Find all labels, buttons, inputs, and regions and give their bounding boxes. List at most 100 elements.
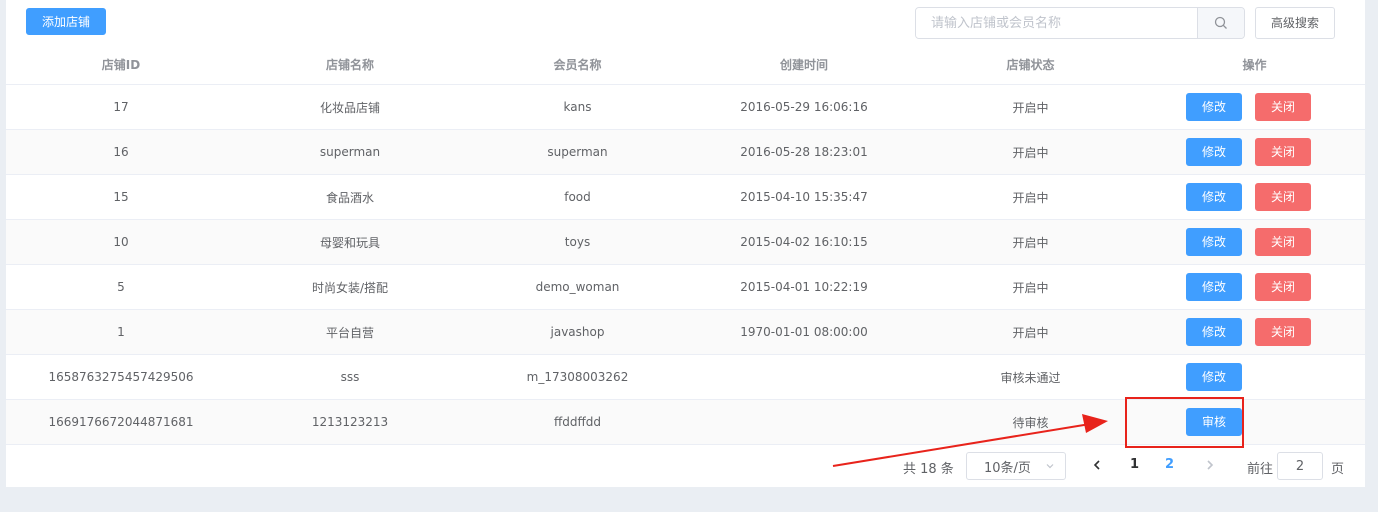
close-button[interactable]: 关闭: [1255, 138, 1311, 166]
shop-name-link[interactable]: 1213123213: [236, 399, 464, 445]
search-box: [915, 7, 1245, 39]
edit-button[interactable]: 修改: [1186, 228, 1242, 256]
header-shop-name: 店铺名称: [236, 44, 464, 85]
cell-shop-id: 10: [6, 219, 236, 265]
cell-member-name: demo_woman: [464, 264, 691, 310]
header-created-time: 创建时间: [691, 44, 917, 85]
close-button[interactable]: 关闭: [1255, 183, 1311, 211]
cell-member-name: superman: [464, 129, 691, 175]
cell-created-time: [691, 354, 917, 400]
cell-member-name: toys: [464, 219, 691, 265]
cell-created-time: [691, 399, 917, 445]
shop-table: 店铺ID 店铺名称 会员名称 创建时间 店铺状态 操作 17 化妆品店铺 kan…: [6, 44, 1365, 445]
table-row: 5 时尚女装/搭配 demo_woman 2015-04-01 10:22:19…: [6, 264, 1365, 310]
cell-created-time: 2015-04-02 16:10:15: [691, 219, 917, 265]
page-size-value: 10条/页: [984, 460, 1031, 476]
cell-member-name: javashop: [464, 309, 691, 355]
cell-shop-id: 5: [6, 264, 236, 310]
cell-actions: 修改 关闭: [1144, 129, 1365, 175]
cell-shop-status: 开启中: [917, 264, 1144, 310]
shop-name-link[interactable]: 食品酒水: [236, 174, 464, 220]
chevron-right-icon: [1207, 460, 1214, 470]
total-count: 共 18 条: [903, 462, 954, 477]
page-unit-label: 页: [1331, 462, 1345, 477]
cell-member-name: kans: [464, 84, 691, 130]
shop-name-link[interactable]: 化妆品店铺: [236, 84, 464, 130]
cell-shop-status: 审核未通过: [917, 354, 1144, 400]
cell-created-time: 2016-05-29 16:06:16: [691, 84, 917, 130]
cell-actions: 修改 关闭: [1144, 309, 1365, 355]
edit-button[interactable]: 修改: [1186, 363, 1242, 391]
cell-shop-status: 待审核: [917, 399, 1144, 445]
shop-name-link[interactable]: superman: [236, 129, 464, 175]
chevron-down-icon: [1046, 464, 1054, 469]
cell-created-time: 1970-01-01 08:00:00: [691, 309, 917, 355]
table-row: 1658763275457429506 sss m_17308003262 审核…: [6, 354, 1365, 400]
toolbar: 添加店铺 高级搜索: [6, 0, 1365, 44]
cell-created-time: 2015-04-10 15:35:47: [691, 174, 917, 220]
edit-button[interactable]: 修改: [1186, 183, 1242, 211]
edit-button[interactable]: 修改: [1186, 318, 1242, 346]
cell-shop-id: 17: [6, 84, 236, 130]
shop-list-panel: 添加店铺 高级搜索 店铺ID 店铺名称 会员名称 创建时间 店铺状态: [6, 0, 1365, 487]
goto-label: 前往: [1247, 462, 1274, 477]
review-button[interactable]: 审核: [1186, 408, 1242, 436]
add-shop-button[interactable]: 添加店铺: [26, 8, 106, 35]
search-button[interactable]: [1197, 8, 1244, 38]
cell-shop-id: 16: [6, 129, 236, 175]
cell-member-name: food: [464, 174, 691, 220]
cell-shop-id: 1: [6, 309, 236, 355]
close-button[interactable]: 关闭: [1255, 228, 1311, 256]
chevron-left-icon: [1093, 460, 1100, 470]
close-button[interactable]: 关闭: [1255, 273, 1311, 301]
header-actions: 操作: [1144, 44, 1365, 85]
cell-shop-status: 开启中: [917, 129, 1144, 175]
table-row: 10 母婴和玩具 toys 2015-04-02 16:10:15 开启中 修改…: [6, 219, 1365, 265]
table-row: 16 superman superman 2016-05-28 18:23:01…: [6, 129, 1365, 175]
cell-actions: 修改 关闭: [1144, 219, 1365, 265]
cell-shop-status: 开启中: [917, 309, 1144, 355]
header-shop-id: 店铺ID: [6, 44, 236, 85]
shop-name-link[interactable]: 时尚女装/搭配: [236, 264, 464, 310]
search-icon: [1214, 16, 1227, 29]
table-header-row: 店铺ID 店铺名称 会员名称 创建时间 店铺状态 操作: [6, 44, 1365, 85]
close-button[interactable]: 关闭: [1255, 318, 1311, 346]
close-button[interactable]: 关闭: [1255, 93, 1311, 121]
table-row: 17 化妆品店铺 kans 2016-05-29 16:06:16 开启中 修改…: [6, 84, 1365, 130]
table-row: 1 平台自营 javashop 1970-01-01 08:00:00 开启中 …: [6, 309, 1365, 355]
shop-name-link[interactable]: 母婴和玩具: [236, 219, 464, 265]
page-2[interactable]: 2: [1165, 457, 1174, 472]
shop-name-link[interactable]: 平台自营: [236, 309, 464, 355]
cell-shop-status: 开启中: [917, 174, 1144, 220]
table-row: 15 食品酒水 food 2015-04-10 15:35:47 开启中 修改 …: [6, 174, 1365, 220]
cell-created-time: 2015-04-01 10:22:19: [691, 264, 917, 310]
pagination: 共 18 条 10条/页 1 2 前往 页: [6, 445, 1365, 487]
prev-page-button[interactable]: [1088, 455, 1106, 475]
cell-created-time: 2016-05-28 18:23:01: [691, 129, 917, 175]
cell-shop-status: 开启中: [917, 84, 1144, 130]
header-member-name: 会员名称: [464, 44, 691, 85]
edit-button[interactable]: 修改: [1186, 273, 1242, 301]
edit-button[interactable]: 修改: [1186, 138, 1242, 166]
cell-member-name: m_17308003262: [464, 354, 691, 400]
shop-name-link[interactable]: sss: [236, 354, 464, 400]
search-input[interactable]: [916, 8, 1197, 38]
cell-actions: 修改 关闭: [1144, 174, 1365, 220]
page-1[interactable]: 1: [1130, 457, 1139, 472]
cell-shop-id: 1658763275457429506: [6, 354, 236, 400]
cell-actions: 审核: [1144, 399, 1365, 445]
goto-page-input[interactable]: [1277, 452, 1323, 480]
cell-actions: 修改 关闭: [1144, 264, 1365, 310]
cell-shop-id: 1669176672044871681: [6, 399, 236, 445]
cell-actions: 修改 关闭: [1144, 84, 1365, 130]
cell-member-name: ffddffdd: [464, 399, 691, 445]
edit-button[interactable]: 修改: [1186, 93, 1242, 121]
header-shop-status: 店铺状态: [917, 44, 1144, 85]
advanced-search-button[interactable]: 高级搜索: [1255, 7, 1335, 39]
next-page-button[interactable]: [1201, 455, 1219, 475]
cell-shop-status: 开启中: [917, 219, 1144, 265]
page-size-select[interactable]: 10条/页: [966, 452, 1066, 480]
cell-actions: 修改: [1144, 354, 1365, 400]
cell-shop-id: 15: [6, 174, 236, 220]
table-row: 1669176672044871681 1213123213 ffddffdd …: [6, 399, 1365, 445]
